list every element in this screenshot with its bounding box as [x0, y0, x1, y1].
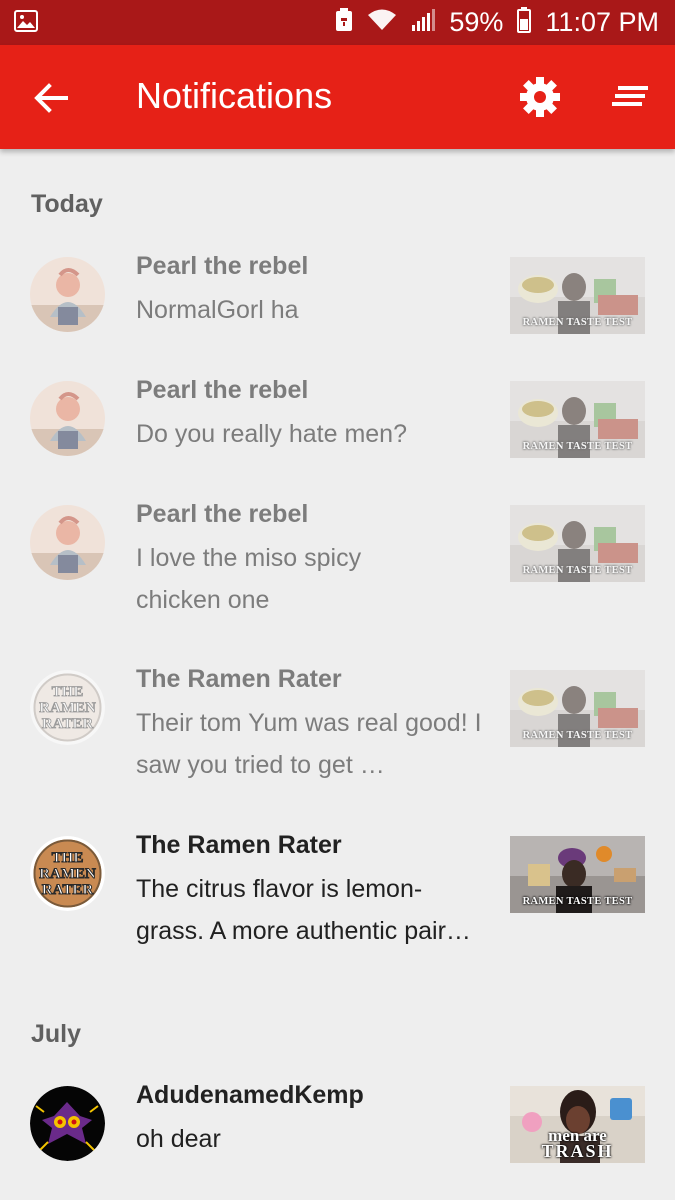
notification-message: I love the miso spicy chicken one [136, 544, 362, 614]
filter-sort-icon [612, 86, 648, 106]
thumbnail-caption: RAMEN TASTE TEST [522, 896, 633, 907]
gallery-notification-icon [14, 10, 38, 37]
notification-item[interactable]: Pearl the rebel Do you really hate men? … [0, 376, 675, 491]
notification-message: The citrus flavor is lemon-grass. A more… [136, 875, 471, 945]
svg-text:THE: THE [52, 850, 84, 866]
battery-saver-icon [335, 8, 353, 37]
notification-author: Pearl the rebel [136, 252, 309, 280]
notification-item[interactable]: THE RAMEN RATER The Ramen Rater The citr… [0, 831, 675, 986]
thumbnail-caption: RAMEN TASTE TEST [522, 317, 633, 328]
video-thumbnail[interactable]: men are TRASH [510, 1086, 645, 1163]
video-thumbnail[interactable]: RAMEN TASTE TEST [510, 257, 645, 334]
app-bar: Notifications [0, 45, 675, 149]
thumbnail-caption-bottom: TRASH [541, 1141, 614, 1161]
wifi-icon [367, 9, 397, 36]
thumbnail-caption: RAMEN TASTE TEST [522, 730, 633, 741]
page-title: Notifications [136, 75, 333, 116]
battery-percent: 59% [449, 7, 504, 37]
notification-author: The Ramen Rater [136, 831, 342, 859]
svg-text:RAMEN: RAMEN [39, 700, 96, 716]
arrow-back-icon [34, 83, 68, 113]
notification-item[interactable]: AdudenamedKemp oh dear men are TRASH [0, 1081, 675, 1196]
signal-icon [411, 9, 436, 36]
svg-text:RATER: RATER [42, 716, 94, 732]
clock: 11:07 PM [545, 7, 659, 37]
notification-item[interactable]: Pearl the rebel NormalGorl ha RAMEN TAST… [0, 252, 675, 367]
notification-author: Pearl the rebel [136, 376, 309, 404]
notification-author: The Ramen Rater [136, 665, 342, 693]
section-header-july: July [31, 1020, 82, 1048]
battery-icon [517, 7, 532, 38]
avatar-adudenamedkemp [30, 1086, 105, 1161]
thumbnail-caption: RAMEN TASTE TEST [522, 565, 633, 576]
thumbnail-caption: RAMEN TASTE TEST [522, 441, 633, 452]
notification-author: Pearl the rebel [136, 500, 309, 528]
section-header-today: Today [31, 190, 103, 218]
notification-item[interactable]: Pearl the rebel I love the miso spicy ch… [0, 500, 675, 655]
notification-message: NormalGorl ha [136, 296, 299, 324]
settings-button[interactable] [516, 73, 564, 121]
notification-message: Do you really hate men? [136, 420, 407, 448]
svg-text:RATER: RATER [42, 882, 94, 898]
notification-message: Their tom Yum was real good! I saw you t… [136, 709, 482, 779]
avatar-pearl [30, 505, 105, 580]
avatar-ramen-rater: THE RAMEN RATER [30, 836, 105, 911]
video-thumbnail[interactable]: RAMEN TASTE TEST [510, 505, 645, 582]
avatar-pearl [30, 257, 105, 332]
svg-text:RAMEN: RAMEN [39, 866, 96, 882]
notification-author: AdudenamedKemp [136, 1081, 364, 1109]
gear-icon [520, 77, 560, 117]
avatar-ramen-rater: THE RAMEN RATER [30, 670, 105, 745]
video-thumbnail[interactable]: RAMEN TASTE TEST [510, 670, 645, 747]
video-thumbnail[interactable]: RAMEN TASTE TEST [510, 836, 645, 913]
status-bar: 59% 11:07 PM [0, 0, 675, 45]
avatar-pearl [30, 381, 105, 456]
video-thumbnail[interactable]: RAMEN TASTE TEST [510, 381, 645, 458]
notification-message: oh dear [136, 1125, 221, 1153]
svg-text:THE: THE [52, 684, 84, 700]
notification-item[interactable]: THE RAMEN RATER The Ramen Rater Their to… [0, 665, 675, 820]
filter-button[interactable] [606, 75, 654, 119]
back-button[interactable] [28, 75, 74, 121]
